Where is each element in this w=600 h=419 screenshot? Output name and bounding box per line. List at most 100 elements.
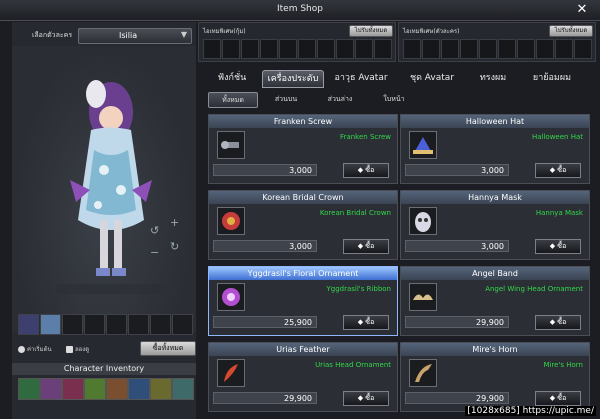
- character-preview[interactable]: ↺ + ↻ −: [12, 46, 196, 332]
- bundle-slot[interactable]: [279, 39, 297, 59]
- tab-hair-dye[interactable]: ยาย้อมผม: [522, 70, 582, 86]
- item-price: 29,900: [405, 316, 509, 328]
- buy-all-button[interactable]: ซื้อทั้งหมด: [140, 341, 196, 356]
- bundle-slot[interactable]: [441, 39, 459, 59]
- equipped-slot[interactable]: [62, 314, 83, 335]
- buy-button[interactable]: ◆ ซื้อ: [535, 391, 581, 406]
- receive-all-button[interactable]: ไปรับทั้งหมด: [549, 25, 593, 37]
- buy-button[interactable]: ◆ ซื้อ: [343, 239, 389, 254]
- rotate-left-icon[interactable]: ↺: [150, 224, 159, 237]
- bundle-slot[interactable]: [517, 39, 535, 59]
- bundle-slot[interactable]: [260, 39, 278, 59]
- buy-button[interactable]: ◆ ซื้อ: [535, 163, 581, 178]
- zoom-in-icon[interactable]: +: [170, 216, 179, 229]
- equipped-slot-outfit[interactable]: [40, 314, 61, 335]
- item-card[interactable]: Franken Screw Franken Screw 3,000 ◆ ซื้อ: [208, 114, 398, 184]
- hat-icon: [409, 131, 437, 159]
- inventory-slot[interactable]: [62, 378, 84, 400]
- inventory-row: [18, 378, 196, 400]
- equipped-slot[interactable]: [128, 314, 149, 335]
- bundle-slot[interactable]: [317, 39, 335, 59]
- inventory-slot[interactable]: [128, 378, 150, 400]
- item-description: Korean Bridal Crown: [319, 209, 391, 217]
- buy-button[interactable]: ◆ ซื้อ: [535, 239, 581, 254]
- buy-button[interactable]: ◆ ซื้อ: [343, 315, 389, 330]
- equipped-slot[interactable]: [84, 314, 105, 335]
- item-card[interactable]: Korean Bridal Crown Korean Bridal Crown …: [208, 190, 398, 260]
- character-panel: เลือกตัวละคร Isilia ▼ ↺ + ↻ − ค่าเริ่มต้…: [12, 22, 196, 419]
- equipped-slot[interactable]: [150, 314, 171, 335]
- item-name: Angel Band: [401, 267, 589, 280]
- item-description: Franken Screw: [340, 133, 391, 141]
- buy-button[interactable]: ◆ ซื้อ: [343, 163, 389, 178]
- inventory-slot[interactable]: [40, 378, 62, 400]
- bundle-slot[interactable]: [479, 39, 497, 59]
- receive-all-button[interactable]: ไปรับทั้งหมด: [349, 25, 393, 37]
- feather-icon: [217, 359, 245, 387]
- chevron-down-icon: ▼: [180, 30, 187, 39]
- buy-button[interactable]: ◆ ซื้อ: [535, 315, 581, 330]
- bundle-slot[interactable]: [222, 39, 240, 59]
- equipped-slot[interactable]: [106, 314, 127, 335]
- bundle-label: ไอเทมพิเศษ(กุ้ม): [203, 28, 246, 35]
- item-price: 25,900: [213, 316, 317, 328]
- character-avatar: [56, 80, 166, 294]
- inventory-slot[interactable]: [84, 378, 106, 400]
- inventory-slot[interactable]: [18, 378, 40, 400]
- close-icon[interactable]: ✕: [574, 2, 590, 18]
- bundle-slot[interactable]: [203, 39, 221, 59]
- character-dropdown[interactable]: Isilia ▼: [78, 28, 192, 44]
- shirt-icon: [66, 346, 73, 353]
- bundle-slot[interactable]: [241, 39, 259, 59]
- preview-options: ค่าเริ่มต้น ลองดู ซื้อทั้งหมด: [18, 340, 196, 360]
- item-card[interactable]: Halloween Hat Halloween Hat 3,000 ◆ ซื้อ: [400, 114, 590, 184]
- item-description: Hannya Mask: [535, 209, 583, 217]
- bundle-slot[interactable]: [298, 39, 316, 59]
- shop-panel: ไอเทมพิเศษ(กุ้ม) ไปรับทั้งหมด ไอเทมพิเศษ…: [198, 22, 600, 419]
- tab-function[interactable]: ฟังก์ชั่น: [206, 70, 258, 86]
- bundle-slot[interactable]: [355, 39, 373, 59]
- tab-avatar-outfit[interactable]: ชุด Avatar: [400, 70, 464, 86]
- subtab-all[interactable]: ทั้งหมด: [208, 92, 258, 108]
- equipped-slot-mask[interactable]: [18, 314, 39, 335]
- wing-band-icon: [409, 283, 437, 311]
- bundle-slot[interactable]: [460, 39, 478, 59]
- item-price: 3,000: [213, 240, 317, 252]
- zoom-out-icon[interactable]: −: [150, 246, 159, 259]
- inventory-slot[interactable]: [150, 378, 172, 400]
- crown-icon: [217, 207, 245, 235]
- inventory-header: Character Inventory: [12, 363, 196, 375]
- bundle-slot[interactable]: [403, 39, 421, 59]
- try-option[interactable]: ลองดู: [66, 344, 89, 354]
- tab-accessories[interactable]: เครื่องประดับ: [262, 70, 324, 88]
- item-card[interactable]: Mire's Horn Mire's Horn 29,900 ◆ ซื้อ: [400, 342, 590, 412]
- bundle-slot[interactable]: [374, 39, 392, 59]
- tab-hairstyle[interactable]: ทรงผม: [468, 70, 518, 86]
- bundle-slot[interactable]: [536, 39, 554, 59]
- item-card[interactable]: Hannya Mask Hannya Mask 3,000 ◆ ซื้อ: [400, 190, 590, 260]
- item-name: Urias Feather: [209, 343, 397, 356]
- reset-option[interactable]: ค่าเริ่มต้น: [18, 344, 52, 354]
- item-price: 3,000: [213, 164, 317, 176]
- flower-icon: [217, 283, 245, 311]
- bundle-slot[interactable]: [555, 39, 573, 59]
- equipped-slot[interactable]: [172, 314, 193, 335]
- tab-avatar-weapon[interactable]: อาวุธ Avatar: [326, 70, 396, 86]
- bundle-slot[interactable]: [498, 39, 516, 59]
- subtab-bottom[interactable]: ส่วนล่าง: [316, 92, 364, 106]
- subtab-face[interactable]: ใบหน้า: [370, 92, 418, 106]
- bundle-slot[interactable]: [336, 39, 354, 59]
- equipped-slots: [18, 314, 196, 335]
- item-card[interactable]: Urias Feather Urias Head Ornament 29,900…: [208, 342, 398, 412]
- item-price: 29,900: [213, 392, 317, 404]
- item-card[interactable]: Angel Band Angel Wing Head Ornament 29,9…: [400, 266, 590, 336]
- inventory-slot[interactable]: [106, 378, 128, 400]
- inventory-slot[interactable]: [172, 378, 194, 400]
- rotate-right-icon[interactable]: ↻: [170, 240, 179, 253]
- bundle-label: ไอเทมพิเศษ(ตัวละคร): [403, 28, 460, 35]
- subtab-top[interactable]: ส่วนบน: [262, 92, 310, 106]
- buy-button[interactable]: ◆ ซื้อ: [343, 391, 389, 406]
- item-card-selected[interactable]: Yggdrasil's Floral Ornament Yggdrasil's …: [208, 266, 398, 336]
- bundle-slot[interactable]: [422, 39, 440, 59]
- bundle-slot[interactable]: [574, 39, 592, 59]
